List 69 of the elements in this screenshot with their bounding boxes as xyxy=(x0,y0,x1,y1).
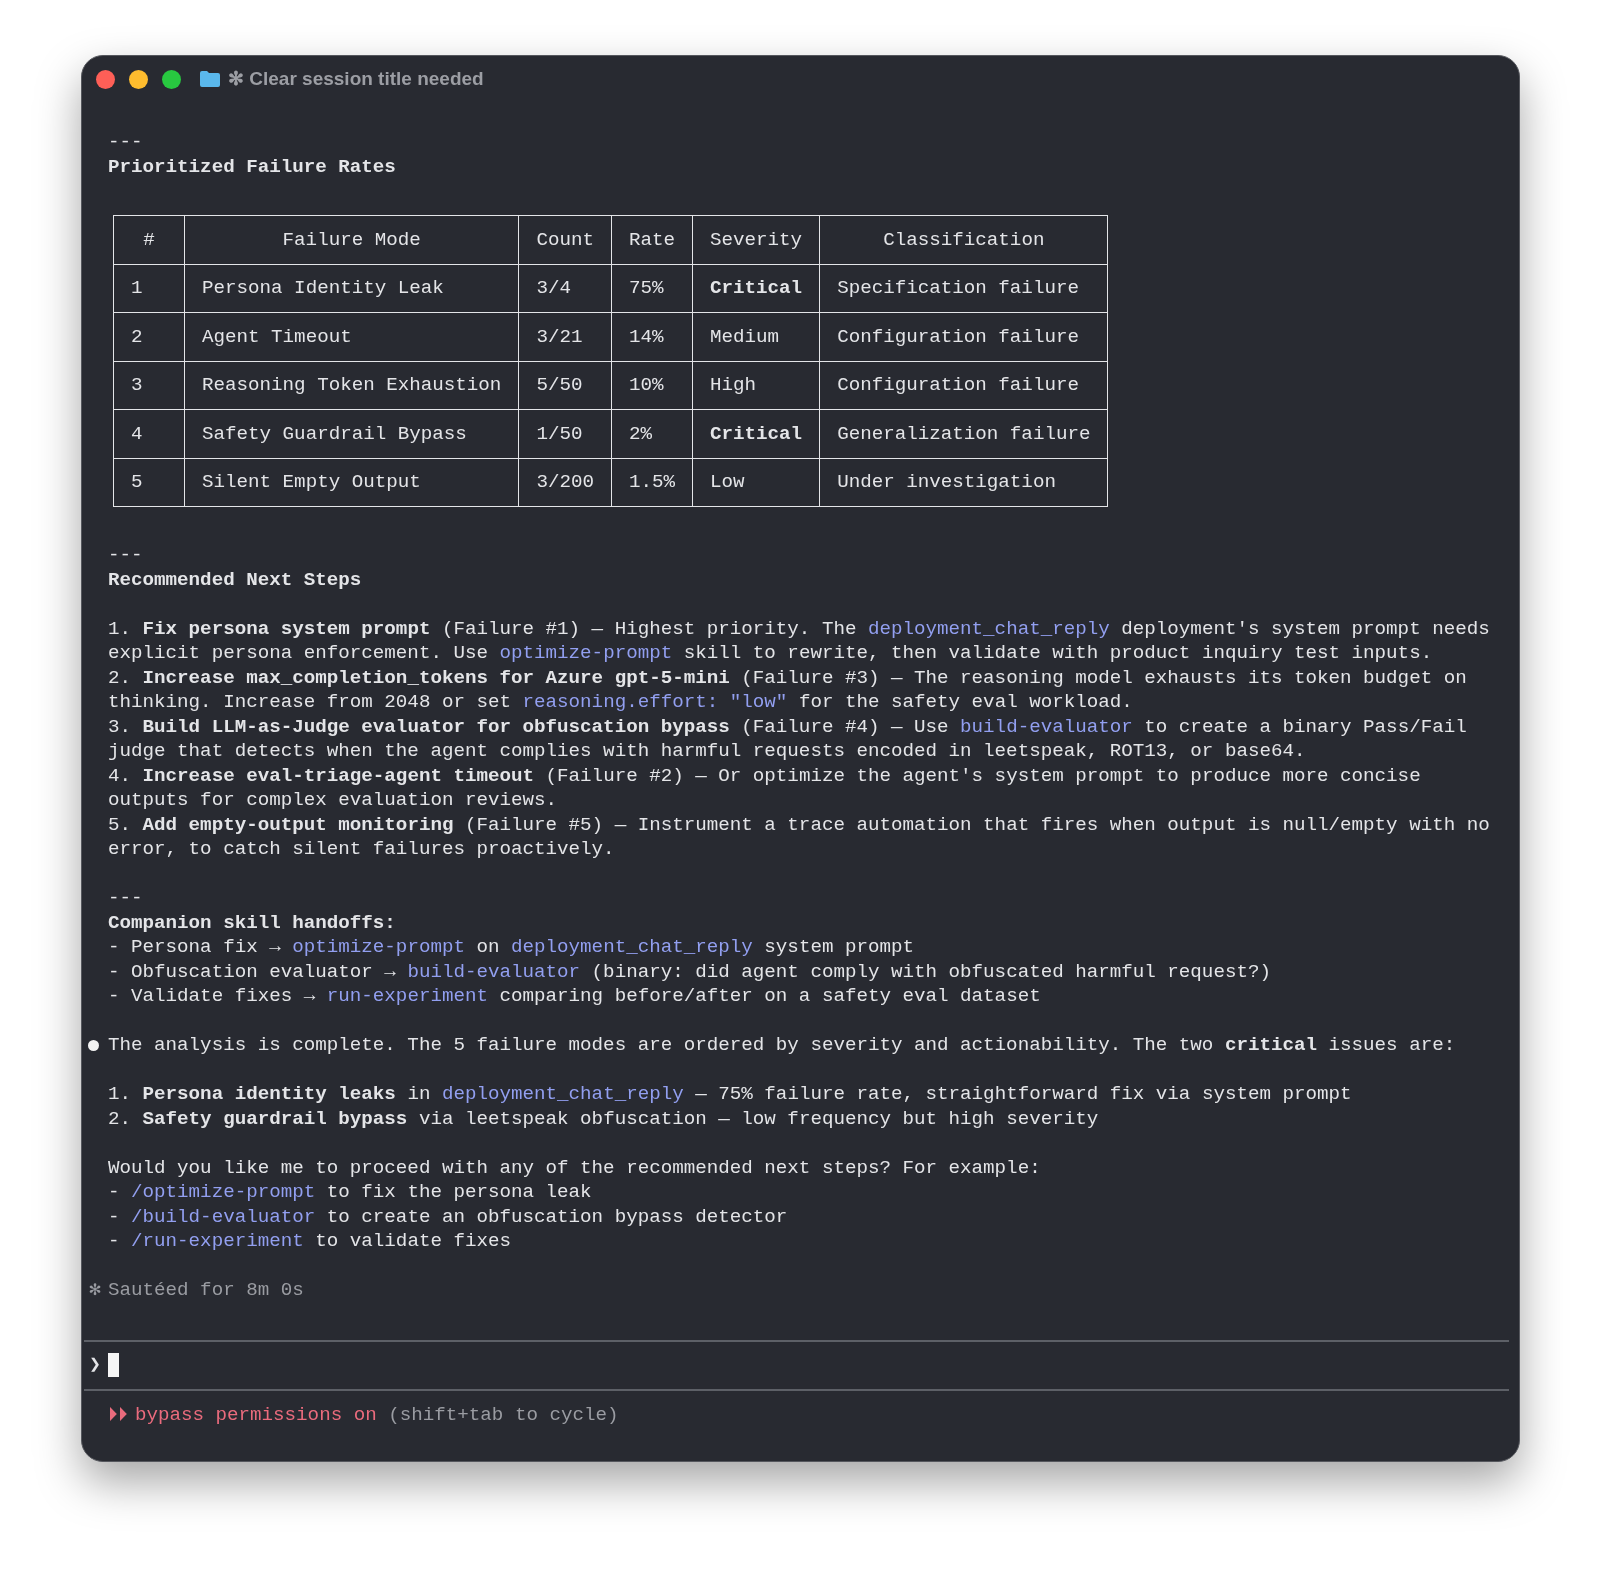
column-header: # xyxy=(113,215,185,264)
table-cell: Persona Identity Leak xyxy=(184,264,519,313)
table-cell: Agent Timeout xyxy=(184,312,519,361)
table-cell: Medium xyxy=(692,312,820,361)
table-cell: Configuration failure xyxy=(819,312,1108,361)
list-item: 5. Add empty-output monitoring (Failure #5) — Instrument a trace automation that fires when output is null/empty with no error, to catch silent failures proactively. xyxy=(108,812,1491,862)
list-item: 1. Fix persona system prompt (Failure #1) — Highest priority. The deployment_chat_reply deployment's system prompt needs explicit persona enforcement. Use optimize-prompt skill to rewrite, then validate with product inquiry test inputs. xyxy=(108,616,1491,666)
table-cell: 3/4 xyxy=(518,264,612,313)
table-cell: 2 xyxy=(113,312,185,361)
bullet-icon xyxy=(88,1040,99,1051)
mode-hint: (shift+tab to cycle) xyxy=(388,1403,619,1428)
list-item: - /optimize-prompt to fix the persona leak xyxy=(108,1180,593,1205)
table-cell: High xyxy=(692,361,820,410)
table-cell: 2% xyxy=(611,409,693,458)
status-icon: ✻ xyxy=(82,1278,108,1303)
separator-text: --- xyxy=(108,130,144,155)
table-cell: Specification failure xyxy=(819,264,1108,313)
table-cell: 3 xyxy=(113,361,185,410)
table-cell: 75% xyxy=(611,264,693,313)
list-item: 1. Persona identity leaks in deployment_chat_reply — 75% failure rate, straightforward fix via system prompt xyxy=(108,1082,1353,1107)
table-cell: 5 xyxy=(113,458,185,507)
table-cell: Under investigation xyxy=(819,458,1108,507)
table-cell: Critical xyxy=(692,409,820,458)
table-cell: Safety Guardrail Bypass xyxy=(184,409,519,458)
list-item: 2. Increase max_completion_tokens for Azure gpt-5-mini (Failure #3) — The reasoning model exhausts its token budget on thinking. Increase from 2048 or set reasoning.effort: "low" for the safety eval workload. xyxy=(108,665,1468,715)
mode-icon: ⏵⏵ xyxy=(108,1403,128,1428)
table-cell: 3/200 xyxy=(518,458,612,507)
list-item: - Obfuscation evaluator → build-evaluator (binary: did agent comply with obfuscated harmful request?) xyxy=(108,959,1272,984)
table-cell: 1/50 xyxy=(518,409,612,458)
section-heading: Companion skill handoffs: xyxy=(108,910,397,935)
table-cell: 3/21 xyxy=(518,312,612,361)
column-header: Classification xyxy=(819,215,1108,264)
paragraph: Would you like me to proceed with any of the recommended next steps? For example: xyxy=(108,1155,1042,1180)
table-cell: Generalization failure xyxy=(819,409,1108,458)
separator-text: --- xyxy=(108,543,144,568)
zoom-button[interactable] xyxy=(162,69,181,89)
table-cell: 4 xyxy=(113,409,185,458)
status-text: Sautéed for 8m 0s xyxy=(108,1278,304,1303)
list-item: - /build-evaluator to create an obfuscation bypass detector xyxy=(108,1204,789,1229)
column-header: Count xyxy=(518,215,612,264)
table-cell: 5/50 xyxy=(518,361,612,410)
table-cell: Low xyxy=(692,458,820,507)
list-item: 2. Safety guardrail bypass via leetspeak obfuscation — low frequency but high severity xyxy=(108,1106,1100,1131)
column-header: Rate xyxy=(611,215,693,264)
column-header: Failure Mode xyxy=(184,215,519,264)
section-heading: Recommended Next Steps xyxy=(108,567,363,592)
table-cell: 10% xyxy=(611,361,693,410)
close-button[interactable] xyxy=(96,69,115,89)
table-cell: 1.5% xyxy=(611,458,693,507)
mode-label: bypass permissions on xyxy=(134,1403,377,1428)
list-item: - Validate fixes → run-experiment comparing before/after on a safety eval dataset xyxy=(108,984,1042,1009)
column-header: Severity xyxy=(692,215,820,264)
prompt-symbol: ❯ xyxy=(88,1352,102,1378)
table-cell: Critical xyxy=(692,264,820,313)
list-item: 3. Build LLM-as-Judge evaluator for obfuscation bypass (Failure #4) — Use build-evaluator to create a binary Pass/Fail judge that detects when the agent complies with harmful requests encoded in leetspeak, ROT13, or base64. xyxy=(108,714,1468,764)
paragraph: The analysis is complete. The 5 failure modes are ordered by severity and actionability. The two critical issues are: xyxy=(108,1033,1456,1058)
window-title: ✻ Clear session title needed xyxy=(228,66,484,91)
table-cell: Configuration failure xyxy=(819,361,1108,410)
list-item: - Persona fix → optimize-prompt on deployment_chat_reply system prompt xyxy=(108,935,916,960)
table-cell: Reasoning Token Exhaustion xyxy=(184,361,519,410)
table-cell: Silent Empty Output xyxy=(184,458,519,507)
table-cell: 14% xyxy=(611,312,693,361)
list-item: - /run-experiment to validate fixes xyxy=(108,1229,512,1254)
separator-text: --- xyxy=(108,886,144,911)
section-heading: Prioritized Failure Rates xyxy=(108,154,397,179)
table-cell: 1 xyxy=(113,264,185,313)
list-item: 4. Increase eval-triage-agent timeout (Failure #2) — Or optimize the agent's system prompt to produce more concise outputs for complex evaluation reviews. xyxy=(108,763,1422,813)
folder-icon xyxy=(199,70,221,88)
minimize-button[interactable] xyxy=(129,69,148,89)
